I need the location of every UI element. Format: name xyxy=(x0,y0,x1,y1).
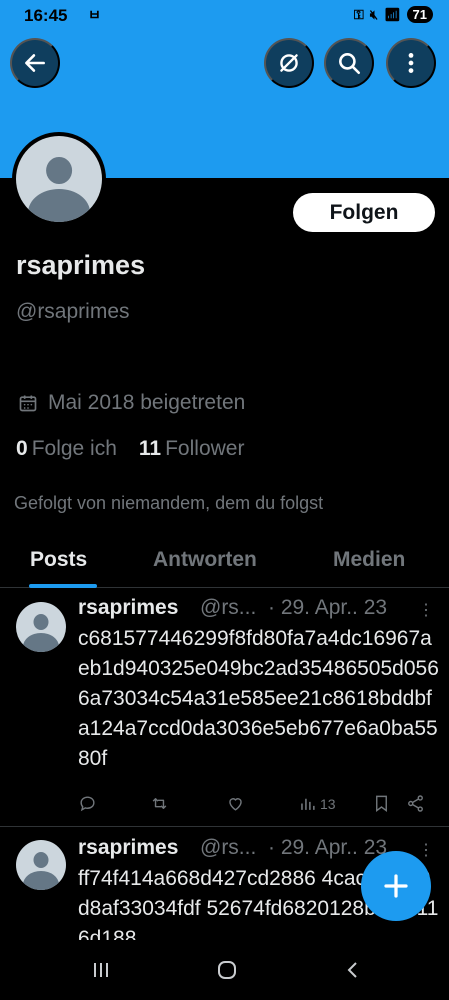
recent-apps-button[interactable] xyxy=(86,956,116,984)
status-icons: ⚿ 🔇︎ 📶︎ 71 xyxy=(354,6,433,23)
search-icon xyxy=(339,53,361,75)
battery-indicator: 71 xyxy=(406,6,433,23)
tab-replies[interactable]: Antworten xyxy=(153,548,257,572)
calendar-icon xyxy=(19,395,37,412)
post-author-handle[interactable]: @rs... xyxy=(200,836,256,860)
avatar-placeholder-head xyxy=(33,852,49,868)
avatar-placeholder-head xyxy=(46,156,72,185)
active-tab-indicator xyxy=(29,584,97,588)
post-author-name[interactable]: rsaprimes xyxy=(78,596,178,620)
plus-icon xyxy=(384,874,408,898)
key-icon: ⚿ xyxy=(353,6,364,22)
status-time: 16:45 xyxy=(24,6,68,25)
post-date[interactable]: · 29. Apr.. 23 xyxy=(268,836,387,860)
home-icon xyxy=(218,961,236,979)
joined-date: Mai 2018 beigetreten xyxy=(18,391,245,415)
reply-icon xyxy=(80,796,95,812)
follow-button[interactable]: Folgen xyxy=(293,193,435,232)
profile-handle: @rsaprimes xyxy=(16,300,130,323)
status-bar: 16:45 ㅂ ⚿ 🔇︎ 📶︎ 71 xyxy=(0,0,449,32)
profile-display-name: rsaprimes xyxy=(16,250,146,280)
tab-media[interactable]: Medien xyxy=(333,548,405,572)
profile-stats: 0 Folge ich 11 Follower xyxy=(16,437,244,461)
wifi-icon: 📶︎ xyxy=(384,6,401,22)
post-date[interactable]: · 29. Apr.. 23 xyxy=(268,596,387,620)
following-label: Folge ich xyxy=(31,437,117,460)
repost-icon xyxy=(152,798,167,809)
avatar-placeholder-body xyxy=(23,871,59,890)
profile-avatar[interactable] xyxy=(12,132,106,226)
avatar-placeholder-head xyxy=(33,614,49,630)
share-icon xyxy=(408,795,423,812)
repost-button[interactable] xyxy=(150,794,169,813)
compose-post-button[interactable] xyxy=(361,851,431,921)
post-author-name[interactable]: rsaprimes xyxy=(78,836,178,860)
grok-icon xyxy=(280,54,298,72)
followers-count: 11 xyxy=(138,437,162,460)
post-author-handle[interactable]: @rs... xyxy=(200,596,256,620)
more-vertical-icon xyxy=(408,53,414,73)
reply-button[interactable] xyxy=(78,794,97,813)
following-count: 0 xyxy=(16,437,28,460)
mute-icon: 🔇︎ xyxy=(369,6,379,22)
views-button[interactable]: 13 xyxy=(298,794,336,813)
back-button[interactable] xyxy=(10,38,60,88)
arrow-left-icon xyxy=(25,54,45,72)
joined-text: Mai 2018 beigetreten xyxy=(48,391,246,414)
post-more-icon[interactable]: ⋮ xyxy=(418,600,434,620)
search-button[interactable] xyxy=(324,38,374,88)
views-count: 13 xyxy=(320,795,336,812)
followed-by-text: Gefolgt von niemandem, dem du folgst xyxy=(14,493,324,513)
avatar-placeholder-body xyxy=(23,633,59,652)
followers-link[interactable]: 11 Follower xyxy=(139,437,245,461)
post-actions: 13 xyxy=(78,794,428,818)
bookmark-button[interactable] xyxy=(372,794,391,813)
recent-apps-icon xyxy=(94,963,108,977)
views-chart-icon xyxy=(301,798,315,810)
home-button[interactable] xyxy=(212,956,242,984)
back-nav-button[interactable] xyxy=(338,956,368,984)
profile-tabs: Posts Antworten Medien xyxy=(0,540,449,588)
tab-posts[interactable]: Posts xyxy=(30,548,87,572)
system-navigation-bar xyxy=(0,940,449,1000)
following-link[interactable]: 0 Folge ich xyxy=(16,437,117,461)
post-item[interactable]: rsaprimes @rs... · 29. Apr.. 23 ⋮ c68157… xyxy=(0,590,449,826)
followers-label: Follower xyxy=(165,437,245,460)
heart-icon xyxy=(229,798,242,811)
post-divider xyxy=(0,826,449,827)
post-text: c681577446299f8fd80fa7a4dc16967aeb1d9403… xyxy=(78,627,439,770)
post-more-icon[interactable]: ⋮ xyxy=(418,840,434,860)
post-avatar[interactable] xyxy=(16,602,66,652)
avatar-placeholder-body xyxy=(28,189,90,222)
chevron-left-icon xyxy=(347,962,357,978)
like-button[interactable] xyxy=(226,794,245,813)
more-options-button[interactable] xyxy=(386,38,436,88)
post-avatar[interactable] xyxy=(16,840,66,890)
grok-button[interactable] xyxy=(264,38,314,88)
bookmark-icon xyxy=(376,795,387,813)
share-button[interactable] xyxy=(406,794,425,813)
notification-icon: ㅂ xyxy=(88,7,101,23)
